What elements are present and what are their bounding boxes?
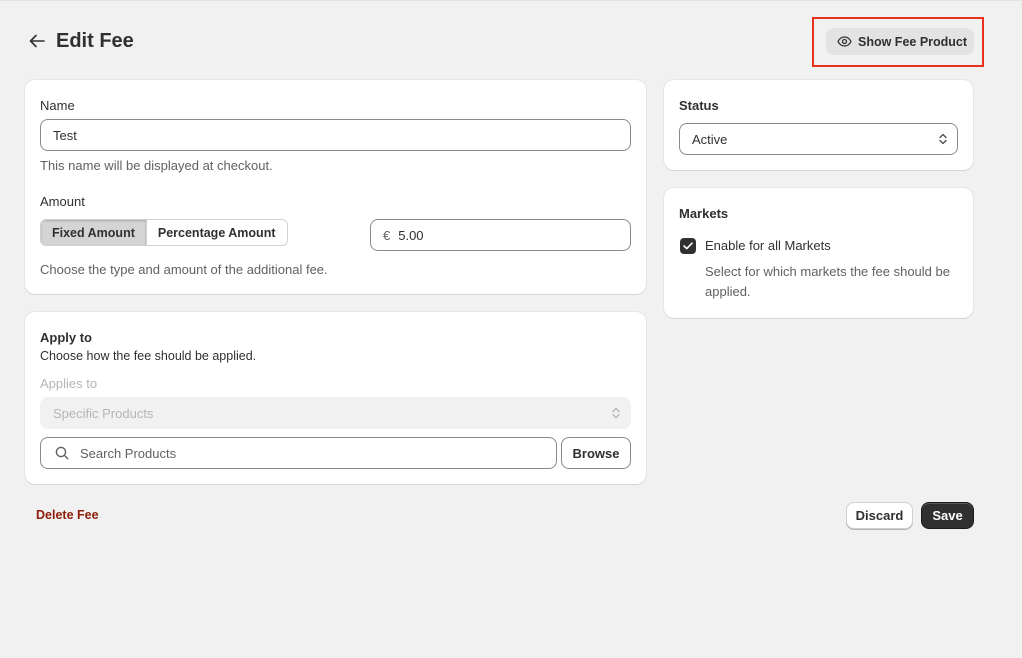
- percentage-amount-button[interactable]: Percentage Amount: [145, 220, 287, 245]
- status-select-value: Active: [692, 131, 728, 147]
- amount-type-toggle: Fixed Amount Percentage Amount: [40, 219, 288, 246]
- select-chevron-icon: [612, 407, 620, 419]
- name-help-text: This name will be displayed at checkout.: [40, 158, 273, 173]
- applies-to-label: Applies to: [40, 376, 98, 391]
- browse-button[interactable]: Browse: [561, 437, 631, 469]
- enable-all-markets-label: Enable for all Markets: [705, 238, 831, 253]
- show-fee-product-button[interactable]: Show Fee Product: [826, 28, 974, 55]
- currency-symbol: €: [383, 227, 391, 243]
- status-title: Status: [679, 98, 719, 113]
- back-arrow-icon[interactable]: [28, 32, 46, 50]
- save-button[interactable]: Save: [921, 502, 974, 529]
- fee-details-card: Name Test This name will be displayed at…: [25, 80, 646, 294]
- search-products-input[interactable]: Search Products: [40, 437, 557, 469]
- amount-input[interactable]: € 5.00: [370, 219, 631, 251]
- select-chevron-icon: [939, 133, 947, 145]
- apply-to-title: Apply to: [40, 330, 92, 345]
- status-select[interactable]: Active: [679, 123, 958, 155]
- markets-title: Markets: [679, 206, 729, 221]
- enable-all-markets-checkbox[interactable]: [680, 238, 696, 254]
- applies-to-select[interactable]: Specific Products: [40, 397, 631, 429]
- apply-to-description: Choose how the fee should be applied.: [40, 349, 257, 363]
- applies-to-select-value: Specific Products: [53, 405, 154, 421]
- amount-input-value: 5.00: [398, 227, 424, 243]
- fixed-amount-button[interactable]: Fixed Amount: [41, 220, 146, 245]
- name-input[interactable]: Test: [40, 119, 631, 151]
- page-header: Edit Fee: [28, 27, 134, 55]
- eye-icon: [837, 36, 852, 47]
- status-card: Status Active: [664, 80, 973, 170]
- amount-help-text: Choose the type and amount of the additi…: [40, 262, 328, 277]
- delete-fee-link[interactable]: Delete Fee: [36, 508, 99, 522]
- markets-help-text: Select for which markets the fee should …: [705, 264, 950, 299]
- name-input-value: Test: [53, 127, 77, 143]
- apply-to-card: Apply to Choose how the fee should be ap…: [25, 312, 646, 484]
- name-label: Name: [40, 98, 75, 113]
- markets-card: Markets Enable for all Markets Select fo…: [664, 188, 973, 318]
- search-icon: [55, 446, 69, 460]
- checkmark-icon: [683, 242, 693, 250]
- search-products-placeholder: Search Products: [80, 445, 177, 461]
- show-fee-product-label: Show Fee Product: [858, 34, 968, 49]
- page-title: Edit Fee: [56, 29, 134, 52]
- discard-button[interactable]: Discard: [846, 502, 913, 529]
- amount-label: Amount: [40, 194, 85, 209]
